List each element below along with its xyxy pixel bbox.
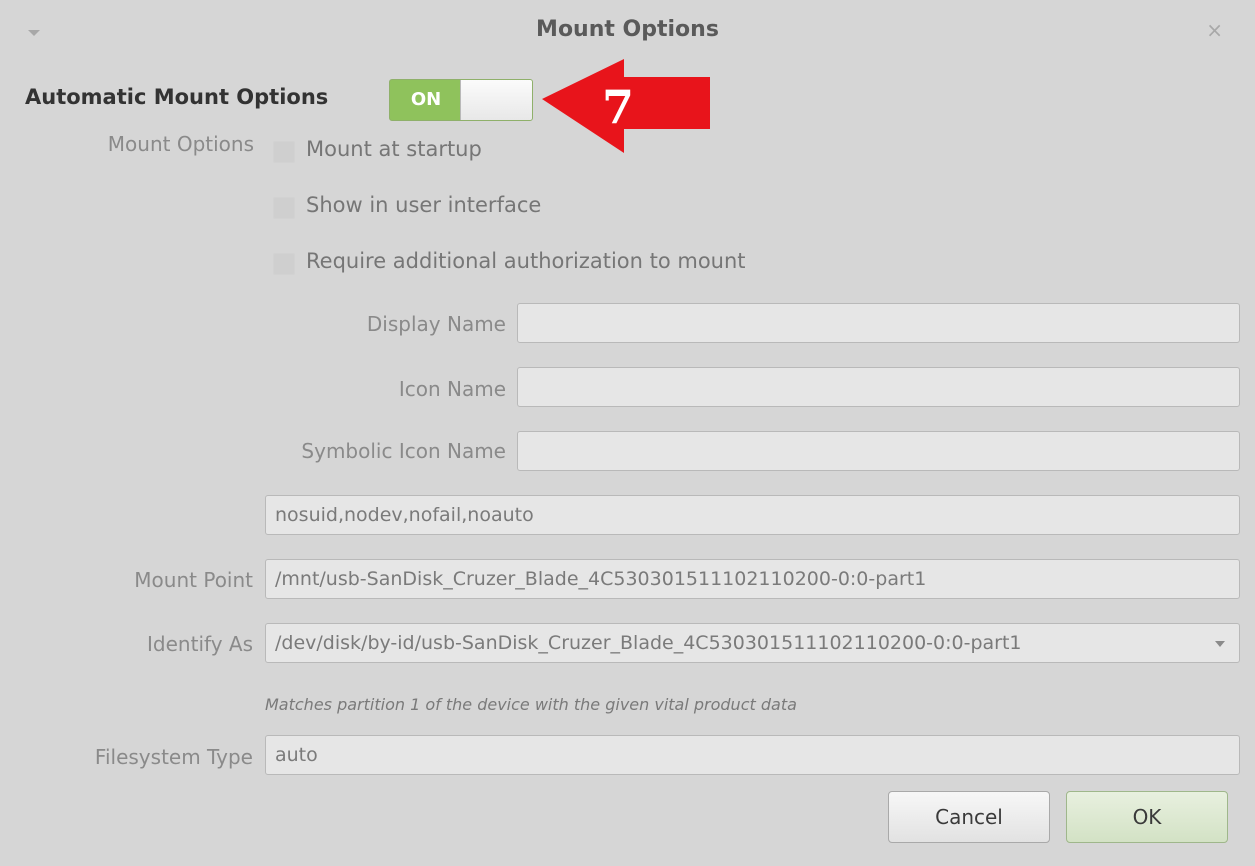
ok-button[interactable]: OK — [1066, 791, 1228, 843]
cancel-button[interactable]: Cancel — [888, 791, 1050, 843]
display-name-field[interactable] — [517, 303, 1240, 343]
require-auth-checkbox[interactable] — [273, 253, 295, 275]
filesystem-type-field[interactable]: auto — [265, 735, 1240, 775]
icon-name-field[interactable] — [517, 367, 1240, 407]
automatic-mount-options-label: Automatic Mount Options — [25, 85, 329, 109]
symbolic-icon-name-label: Symbolic Icon Name — [301, 439, 506, 463]
title-bar: Mount Options × — [8, 5, 1247, 60]
show-in-ui-checkbox[interactable] — [273, 197, 295, 219]
show-in-ui-label: Show in user interface — [306, 193, 542, 217]
require-auth-label: Require additional authorization to moun… — [306, 249, 746, 273]
mount-point-label: Mount Point — [134, 568, 253, 592]
chevron-down-icon — [1215, 641, 1225, 647]
identify-as-label: Identify As — [147, 632, 253, 656]
mount-options-text-field[interactable]: nosuid,nodev,nofail,noauto — [265, 495, 1240, 535]
identify-as-dropdown[interactable]: /dev/disk/by-id/usb-SanDisk_Cruzer_Blade… — [265, 623, 1240, 663]
annotation-number: 7 — [602, 80, 634, 134]
symbolic-icon-name-field[interactable] — [517, 431, 1240, 471]
close-icon[interactable]: × — [1206, 18, 1223, 42]
filesystem-type-label: Filesystem Type — [94, 745, 253, 769]
mount-at-startup-checkbox[interactable] — [273, 141, 295, 163]
identify-as-hint: Matches partition 1 of the device with t… — [265, 695, 797, 714]
mount-point-field[interactable]: /mnt/usb-SanDisk_Cruzer_Blade_4C53030151… — [265, 559, 1240, 599]
identify-as-value: /dev/disk/by-id/usb-SanDisk_Cruzer_Blade… — [275, 632, 1022, 654]
icon-name-label: Icon Name — [398, 377, 506, 401]
mount-options-dialog: Mount Options × Automatic Mount Options … — [8, 5, 1247, 863]
switch-on-label: ON — [410, 89, 442, 110]
mount-at-startup-label: Mount at startup — [306, 137, 482, 161]
automatic-mount-options-switch[interactable]: ON — [389, 79, 533, 121]
mount-options-label: Mount Options — [107, 132, 254, 156]
dialog-title: Mount Options — [536, 17, 719, 42]
annotation-arrow-icon: 7 — [542, 59, 710, 153]
switch-knob[interactable] — [460, 80, 532, 120]
display-name-label: Display Name — [366, 312, 506, 336]
